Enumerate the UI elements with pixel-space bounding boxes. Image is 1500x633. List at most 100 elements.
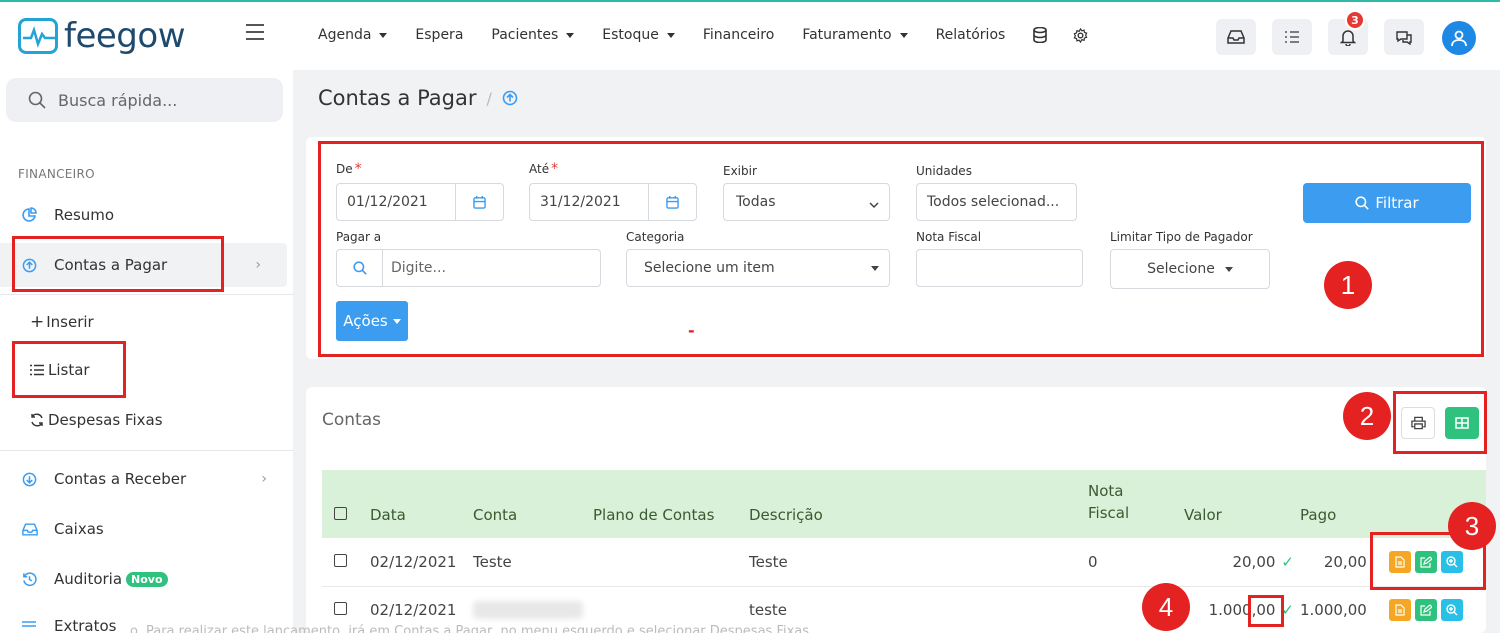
nav-estoque[interactable]: Estoque [602,27,675,43]
chevron-down-icon [392,318,401,324]
notifications-button[interactable]: 3 [1328,10,1368,55]
ate-label: Até * [529,161,559,177]
user-avatar[interactable] [1442,21,1476,55]
calendar-icon[interactable] [648,184,696,220]
check-icon: ✓ [1281,552,1294,571]
exibir-select[interactable]: Todas [723,183,890,221]
sidebar-item-auditoria[interactable]: Auditoria Novo [0,557,293,601]
nota-fiscal-input[interactable] [916,249,1083,287]
cell-valor-text: 20,00 [1232,552,1276,571]
nav-pacientes[interactable]: Pacientes [491,27,575,43]
annotation-number-1: 1 [1324,261,1372,309]
de-date-input[interactable]: 01/12/2021 [336,183,504,221]
nav-faturamento[interactable]: Faturamento [802,27,908,43]
limitar-tipo-select[interactable]: Selecione [1110,249,1270,289]
check-icon[interactable]: ✓ [1281,601,1294,619]
sidebar: Busca rápida... FINANCEIRO Resumo Contas… [0,70,293,633]
sidebar-item-caixas[interactable]: Caixas [0,507,293,551]
select-all-header[interactable] [322,470,370,538]
nota-fiscal-label: Nota Fiscal [916,230,982,244]
edit-icon [1420,555,1432,568]
col-valor[interactable]: Valor [1184,470,1300,538]
feegow-logo[interactable]: feegow [18,16,186,56]
menu-toggle-icon[interactable] [246,24,264,45]
chevron-down-icon [1224,266,1233,272]
chat-icon [1396,30,1412,45]
chevron-down-icon [666,32,675,38]
chevron-right-icon: › [255,257,261,273]
edit-button[interactable] [1414,550,1437,573]
cell-plano [593,538,749,587]
chevron-down-icon [379,32,388,38]
sidebar-subitem-inserir[interactable]: + Inserir [30,312,94,332]
col-nota-fiscal-line1: Nota [1088,482,1124,500]
database-icon[interactable] [1033,27,1048,43]
select-all-checkbox[interactable] [334,507,347,520]
sidebar-item-label: Caixas [54,520,104,538]
categoria-select[interactable]: Selecione um item [626,249,890,287]
main-nav: Agenda Espera Pacientes Estoque Financei… [318,27,1114,43]
nav-agenda[interactable]: Agenda [318,27,388,43]
nav-agenda-label: Agenda [318,27,372,43]
de-label: De * [336,161,362,177]
col-descricao[interactable]: Descrição [749,470,1088,538]
tasks-button[interactable] [1272,19,1312,55]
search-icon [28,91,46,109]
cell-nota: 0 [1088,538,1184,587]
sidebar-item-label: Contas a Pagar [54,256,168,274]
row-checkbox[interactable] [334,602,347,615]
sidebar-item-resumo[interactable]: Resumo [0,193,293,237]
unidades-label: Unidades [916,164,972,178]
nav-relatorios[interactable]: Relatórios [936,27,1006,43]
col-pago[interactable]: Pago [1300,470,1371,538]
filtrar-button-label: Filtrar [1375,194,1419,212]
cell-descricao-link[interactable]: Teste [749,538,1088,587]
notification-badge: 3 [1345,10,1365,30]
col-nota-fiscal-line2: Fiscal [1088,504,1130,522]
nav-faturamento-label: Faturamento [802,27,892,43]
contas-title: Contas [322,410,381,430]
annotation-number-3: 3 [1448,502,1496,550]
chat-button[interactable] [1384,19,1424,55]
acoes-button[interactable]: Ações [336,301,408,341]
brand-name: feegow [64,16,186,56]
exibir-label: Exibir [723,164,757,178]
sidebar-item-contas-receber[interactable]: Contas a Receber › [0,457,293,501]
limitar-tipo-value: Selecione [1147,261,1215,277]
sidebar-item-contas-pagar[interactable]: Contas a Pagar › [0,243,287,287]
nav-financeiro-label: Financeiro [702,27,775,43]
col-data[interactable]: Data [370,470,473,538]
receipt-button[interactable] [1388,550,1411,573]
filtrar-button[interactable]: Filtrar [1303,183,1471,223]
contas-table: Data Conta Plano de Contas Descrição Not… [322,470,1486,633]
inbox-button[interactable] [1216,19,1256,55]
history-icon [22,571,42,587]
nav-financeiro[interactable]: Financeiro [703,27,774,43]
pagar-a-input[interactable]: Digite... [336,249,601,287]
arrow-up-circle-icon[interactable] [502,90,518,106]
nav-espera[interactable]: Espera [415,27,463,43]
row-checkbox[interactable] [334,553,347,567]
receipt-button[interactable] [1388,599,1411,621]
col-plano-contas[interactable]: Plano de Contas [593,470,749,538]
quick-search-input[interactable]: Busca rápida... [6,78,283,122]
settings-icon[interactable] [1073,27,1088,43]
table-row: 02/12/2021 Teste Teste 0 20,00 ✓ 20,00 [322,538,1486,587]
view-details-button[interactable] [1440,599,1463,621]
cell-data: 02/12/2021 [370,538,473,587]
excel-export-button[interactable] [1445,407,1479,439]
col-nota-fiscal[interactable]: Nota Fiscal [1088,470,1184,538]
print-button[interactable] [1401,407,1435,439]
plus-icon: + [30,312,45,332]
sidebar-subitem-listar[interactable]: Listar [30,361,90,379]
calendar-icon[interactable] [455,184,503,220]
ate-date-input[interactable]: 31/12/2021 [529,183,697,221]
edit-button[interactable] [1414,599,1437,621]
divider [0,450,293,451]
unidades-select[interactable]: Todos selecionad... [916,183,1077,221]
limitar-tipo-label: Limitar Tipo de Pagador [1110,230,1253,244]
col-conta[interactable]: Conta [473,470,593,538]
logo-mark-icon [18,18,58,54]
sidebar-subitem-despesas-fixas[interactable]: Despesas Fixas [30,411,163,429]
view-details-button[interactable] [1440,550,1463,573]
